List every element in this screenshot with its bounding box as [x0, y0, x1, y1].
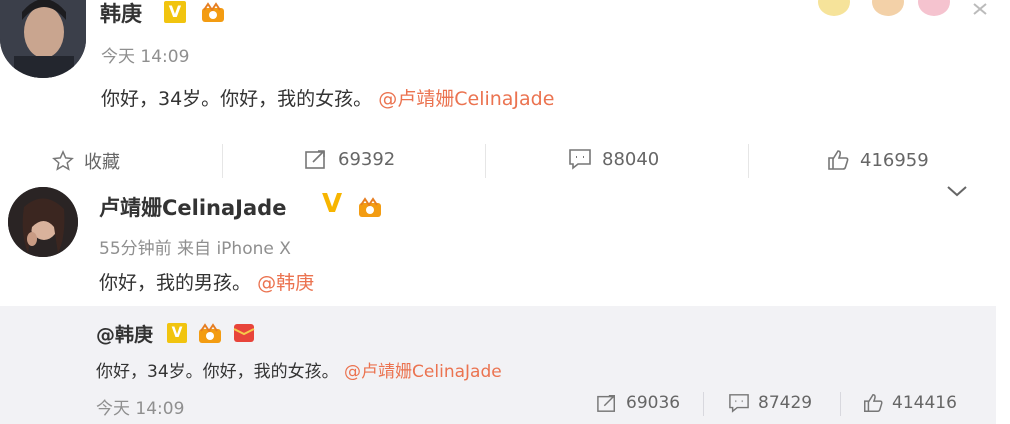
quoted-repost-button[interactable]: 69036: [596, 393, 680, 413]
quoted-author[interactable]: @韩庚: [96, 320, 153, 347]
verified-icon: V: [164, 1, 186, 23]
repost-icon: [597, 395, 615, 412]
post-body: 你好，34岁。你好，我的女孩。: [101, 88, 373, 110]
vip-badge-icon: [359, 197, 381, 217]
verified-icon: V: [322, 189, 343, 219]
divider: [840, 392, 841, 416]
mention-link[interactable]: @卢靖姗CelinaJade: [344, 362, 502, 382]
comment-icon: [569, 149, 591, 170]
post-time-source: 55分钟前 来自 iPhone X: [99, 239, 291, 259]
verified-icon: V: [167, 323, 187, 343]
repost-button[interactable]: 69392: [304, 148, 395, 170]
red-envelope-icon: [233, 324, 255, 342]
post-time: 今天 14:09: [101, 47, 190, 67]
divider: [485, 144, 486, 178]
author-avatar-celina[interactable]: [8, 187, 78, 257]
mention-link[interactable]: @韩庚: [257, 272, 314, 294]
post-body: 你好，我的男孩。: [99, 272, 252, 294]
thumbs-up-icon: [864, 394, 883, 412]
comment-count: 88040: [602, 148, 660, 170]
like-button[interactable]: 416959: [826, 148, 929, 172]
divider: [222, 144, 223, 178]
post-author-name[interactable]: 卢靖姗CelinaJade: [99, 192, 286, 222]
post-author-name[interactable]: 韩庚: [100, 0, 142, 28]
chevron-down-icon[interactable]: [946, 184, 968, 198]
repost-icon: [305, 150, 325, 169]
comment-icon: [729, 394, 749, 413]
vip-badge-icon: [199, 323, 221, 343]
quoted-comment-count: 87429: [758, 393, 813, 413]
decor-emoji-strip: [818, 0, 987, 16]
like-count: 416959: [860, 149, 929, 171]
author-avatar-hangeng[interactable]: [0, 0, 86, 78]
divider: [748, 144, 749, 178]
quoted-comment-button[interactable]: 87429: [728, 393, 812, 413]
quoted-text: 你好，34岁。你好，我的女孩。 @卢靖姗CelinaJade: [96, 357, 502, 382]
repost-count: 69392: [338, 148, 396, 170]
post-text: 你好，我的男孩。 @韩庚: [99, 268, 314, 295]
quoted-like-button[interactable]: 414416: [862, 392, 957, 414]
star-icon: [52, 150, 74, 171]
vip-badge-icon: [202, 2, 224, 22]
mention-link[interactable]: @卢靖姗CelinaJade: [378, 88, 554, 110]
quoted-time: 今天 14:09: [96, 399, 185, 419]
post-text: 你好，34岁。你好，我的女孩。 @卢靖姗CelinaJade: [101, 84, 554, 111]
comment-button[interactable]: 88040: [568, 148, 659, 170]
divider: [703, 392, 704, 416]
favorite-label: 收藏: [84, 152, 120, 173]
quoted-repost-count: 69036: [626, 393, 681, 413]
quoted-like-count: 414416: [892, 393, 957, 413]
thumbs-up-icon: [828, 150, 849, 170]
quoted-body: 你好，34岁。你好，我的女孩。: [96, 362, 339, 382]
favorite-button[interactable]: 收藏: [52, 148, 120, 174]
